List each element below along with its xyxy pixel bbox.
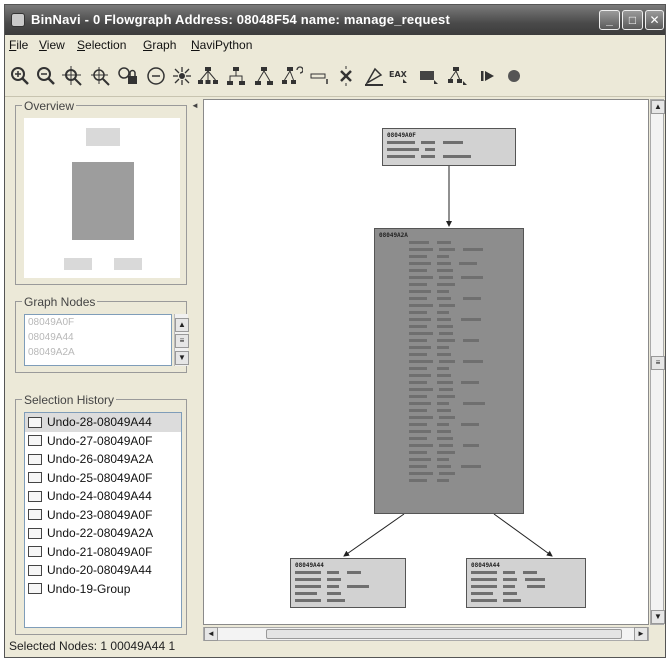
graph-nodes-panel: Graph Nodes 08049A0F 08049A44 08049A2A ▲…: [15, 295, 189, 373]
scroll-down-arrow-icon[interactable]: ▼: [651, 610, 665, 624]
binnavi-window: BinNavi - 0 Flowgraph Address: 08048F54 …: [4, 4, 666, 658]
menu-file[interactable]: File: [9, 38, 28, 52]
history-item[interactable]: Undo-23-08049A0F: [25, 506, 181, 525]
svg-text:EAX: EAX: [389, 70, 408, 79]
history-item[interactable]: Undo-20-08049A44: [25, 561, 181, 580]
app-icon: [11, 13, 25, 27]
graph-nodes-title: Graph Nodes: [22, 295, 98, 309]
node-address: 08049A0F: [387, 132, 416, 139]
collapse-icon[interactable]: [309, 65, 331, 87]
scroll-thumb[interactable]: ≡: [651, 356, 665, 370]
overview-title: Overview: [22, 99, 77, 113]
circular-layout-icon[interactable]: [171, 65, 193, 87]
zoom-out-icon[interactable]: [35, 65, 57, 87]
node-address: 08049A2A: [379, 232, 408, 239]
close-button[interactable]: ✕: [645, 10, 664, 30]
selection-history-list[interactable]: Undo-28-08049A44 Undo-27-08049A0F Undo-2…: [24, 412, 182, 628]
folder-icon: [28, 527, 42, 539]
history-item[interactable]: Undo-26-08049A2A: [25, 450, 181, 469]
edge: [343, 513, 405, 557]
title-bar[interactable]: BinNavi - 0 Flowgraph Address: 08048F54 …: [5, 5, 665, 35]
window-title: BinNavi - 0 Flowgraph Address: 08048F54 …: [31, 12, 450, 27]
basic-block-node[interactable]: 08049A0F: [382, 128, 516, 166]
orthogonal-layout-icon[interactable]: [225, 65, 247, 87]
overview-node: [72, 162, 134, 240]
folder-icon: [28, 546, 42, 558]
canvas-vertical-scrollbar[interactable]: ▲ ≡ ▼: [650, 99, 665, 625]
folder-icon: [28, 435, 42, 447]
zoom-selection-icon[interactable]: [89, 65, 111, 87]
graph-node-item[interactable]: 08049A2A: [25, 345, 171, 360]
history-item[interactable]: Undo-19-Group: [25, 580, 181, 599]
panel-collapse-handle[interactable]: ◄: [191, 101, 199, 125]
eax-register-icon[interactable]: EAX: [389, 65, 411, 87]
menu-navipython[interactable]: NaviPython: [191, 38, 252, 52]
overview-canvas[interactable]: [24, 118, 180, 278]
overview-node: [64, 258, 92, 270]
zoom-fit-icon[interactable]: [61, 65, 83, 87]
folder-icon: [28, 490, 42, 502]
layout-options-icon[interactable]: [281, 65, 304, 87]
history-item[interactable]: Undo-28-08049A44: [25, 413, 181, 432]
scroll-right-arrow-icon[interactable]: ►: [634, 627, 648, 641]
scroll-left-arrow-icon[interactable]: ◄: [204, 627, 218, 641]
folder-icon: [28, 453, 42, 465]
menu-view[interactable]: View: [39, 38, 65, 52]
highlight-icon[interactable]: [363, 65, 385, 87]
menu-selection[interactable]: Selection: [77, 38, 126, 52]
folder-icon: [28, 416, 42, 428]
scroll-thumb[interactable]: ≡: [175, 334, 189, 348]
hierarchic-layout-icon[interactable]: [197, 65, 219, 87]
graph-node-item[interactable]: 08049A44: [25, 330, 171, 345]
history-item[interactable]: Undo-24-08049A44: [25, 487, 181, 506]
scroll-up-arrow-icon[interactable]: ▲: [175, 318, 189, 332]
edge: [493, 513, 553, 557]
menu-bar: File View Selection Graph NaviPython: [5, 35, 665, 55]
run-icon[interactable]: [477, 65, 499, 87]
history-item[interactable]: Undo-25-08049A0F: [25, 469, 181, 488]
minimize-button[interactable]: _: [599, 10, 620, 30]
lock-zoom-icon[interactable]: [117, 65, 139, 87]
history-item[interactable]: Undo-27-08049A0F: [25, 432, 181, 451]
basic-block-node[interactable]: 08049A44: [290, 558, 406, 608]
scroll-thumb[interactable]: [266, 629, 622, 639]
node-address: 08049A44: [471, 562, 500, 569]
history-item[interactable]: Undo-21-08049A0F: [25, 543, 181, 562]
folder-icon: [28, 472, 42, 484]
node-address: 08049A44: [295, 562, 324, 569]
overview-node: [86, 128, 120, 146]
scroll-up-arrow-icon[interactable]: ▲: [651, 100, 665, 114]
tree-layout-icon[interactable]: [253, 65, 275, 87]
selection-history-title: Selection History: [22, 393, 117, 407]
overview-panel: Overview: [15, 99, 187, 285]
scroll-down-arrow-icon[interactable]: ▼: [175, 351, 189, 365]
graph-nodes-list[interactable]: 08049A0F 08049A44 08049A2A: [24, 314, 172, 366]
folder-icon: [28, 583, 42, 595]
graph-nodes-scrollbar[interactable]: ▲ ≡ ▼: [174, 314, 189, 366]
basic-block-node[interactable]: 08049A44: [466, 558, 586, 608]
graph-node-item[interactable]: 08049A0F: [25, 315, 171, 330]
history-item[interactable]: Undo-22-08049A2A: [25, 524, 181, 543]
center-icon[interactable]: [145, 65, 167, 87]
record-icon[interactable]: [503, 65, 525, 87]
memory-icon[interactable]: [419, 65, 441, 87]
graph-tools-icon[interactable]: [447, 65, 469, 87]
status-bar: Selected Nodes: 1 00049A44 1: [9, 639, 176, 653]
basic-block-node-selected[interactable]: 08049A2A: [374, 228, 524, 514]
menu-graph[interactable]: Graph: [143, 38, 176, 52]
delete-icon[interactable]: [335, 65, 357, 87]
toolbar: EAX: [5, 57, 665, 97]
folder-icon: [28, 509, 42, 521]
zoom-in-icon[interactable]: [9, 65, 31, 87]
canvas-horizontal-scrollbar[interactable]: ◄ ►: [203, 627, 649, 641]
maximize-button[interactable]: □: [622, 10, 643, 30]
folder-icon: [28, 564, 42, 576]
overview-node: [114, 258, 142, 270]
graph-canvas[interactable]: 08049A0F 08049A2A 08049A44 08049A44: [203, 99, 649, 625]
selection-history-panel: Selection History Undo-28-08049A44 Undo-…: [15, 393, 187, 635]
